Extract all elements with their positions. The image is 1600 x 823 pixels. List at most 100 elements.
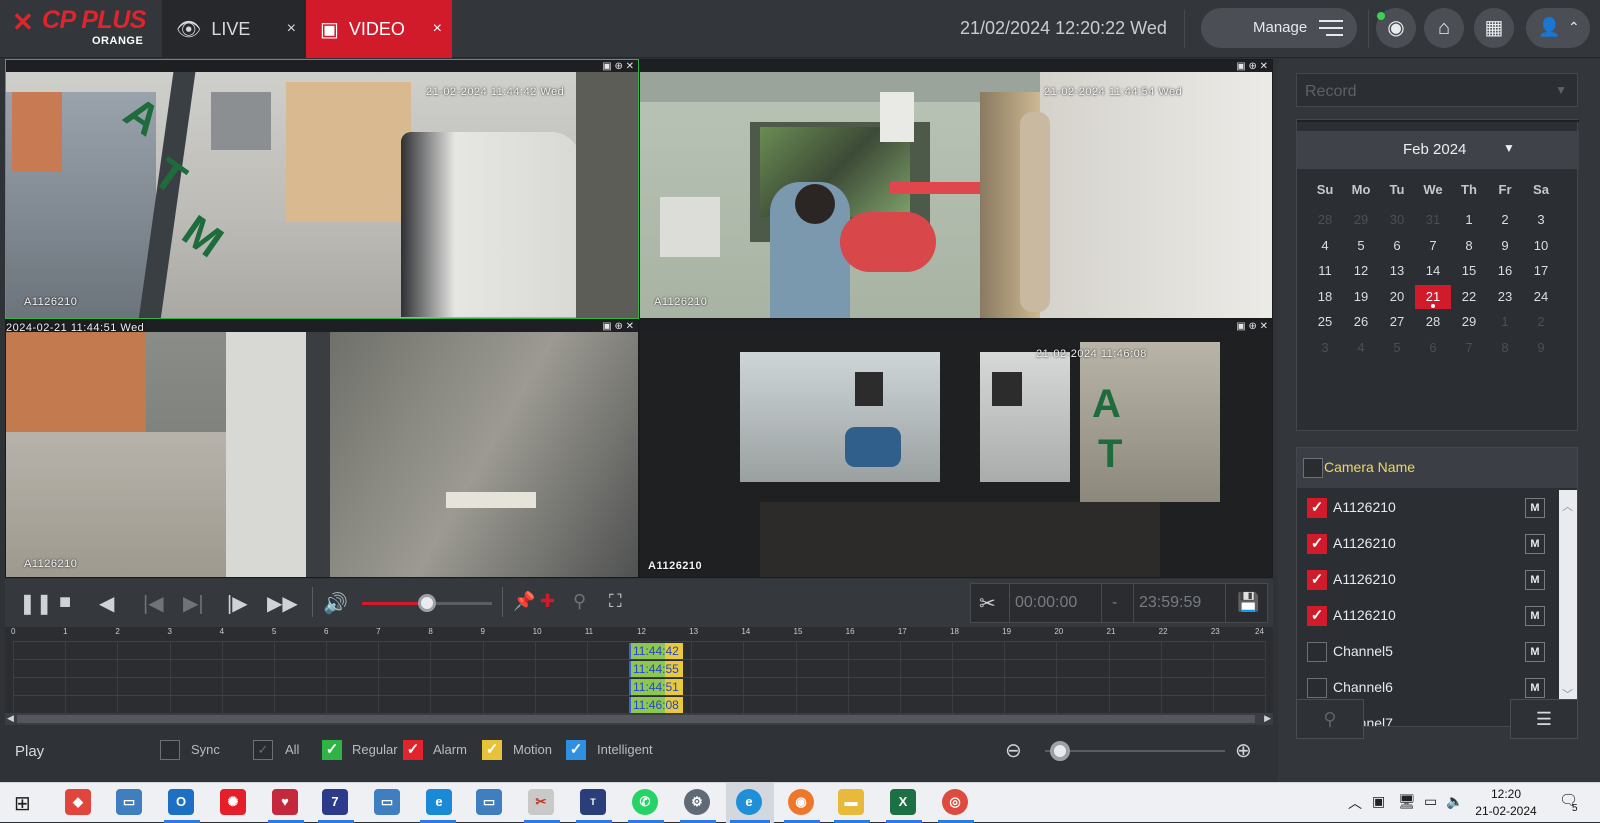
network-icon[interactable]: 🖥: [1398, 793, 1416, 810]
calendar-day[interactable]: 24: [1523, 285, 1559, 309]
intelligent-checkbox[interactable]: ✓: [566, 740, 586, 760]
tab-video-close-icon[interactable]: ×: [433, 20, 442, 38]
zoom-out-icon[interactable]: ⊖: [1005, 738, 1022, 763]
record-segment[interactable]: 11:44:55: [629, 661, 683, 677]
volume-knob[interactable]: [418, 594, 436, 612]
calendar-day[interactable]: 16: [1487, 259, 1523, 283]
scroll-left-icon[interactable]: ◀: [7, 713, 14, 724]
calendar-day[interactable]: 10: [1523, 234, 1559, 258]
app-icon[interactable]: ✂: [528, 789, 554, 815]
camera-checkbox[interactable]: ✓: [1307, 534, 1327, 554]
calendar-day[interactable]: 7: [1415, 234, 1451, 258]
main-stream-button[interactable]: M: [1525, 642, 1545, 662]
calendar-day[interactable]: 17: [1523, 259, 1559, 283]
camera-list-item[interactable]: ✓ A1126210 M: [1297, 598, 1559, 634]
timeline-scrollbar[interactable]: ◀ ▶: [5, 713, 1273, 725]
clip-start-time[interactable]: 00:00:00: [1015, 594, 1077, 612]
volume-icon[interactable]: 🔊: [323, 591, 348, 616]
select-all-checkbox[interactable]: [1303, 458, 1323, 478]
tally-icon[interactable]: T: [580, 789, 606, 815]
scroll-right-icon[interactable]: ▶: [1264, 713, 1271, 724]
pause-icon[interactable]: ❚❚: [19, 591, 53, 616]
camera-checkbox[interactable]: [1307, 678, 1327, 698]
anydesk-icon[interactable]: ◆: [65, 789, 91, 815]
calendar-day[interactable]: 12: [1343, 259, 1379, 283]
regular-checkbox[interactable]: ✓: [322, 740, 342, 760]
camera-checkbox[interactable]: [1307, 642, 1327, 662]
tab-video[interactable]: ▣ VIDEO ×: [306, 0, 452, 58]
manage-button[interactable]: Manage: [1201, 8, 1357, 48]
pin-icon[interactable]: 📌: [513, 591, 535, 612]
scissors-icon[interactable]: ✂: [979, 591, 996, 616]
user-menu-button[interactable]: 👤 ⌃: [1526, 8, 1590, 48]
all-checkbox[interactable]: ✓: [253, 740, 273, 760]
file-explorer-icon[interactable]: ▬: [838, 789, 864, 815]
save-icon[interactable]: 💾: [1237, 592, 1259, 613]
video-tile-2[interactable]: ▣ ⊕ ✕ 21-02-2024 11:44:54 Wed A1126210: [639, 59, 1273, 319]
calendar-day[interactable]: 13: [1379, 259, 1415, 283]
stop-icon[interactable]: ■: [59, 591, 71, 614]
motion-checkbox[interactable]: ✓: [482, 740, 502, 760]
home-button[interactable]: ⌂: [1424, 8, 1464, 48]
calendar-header[interactable]: Feb 2024 ▼: [1297, 131, 1579, 169]
settings-icon[interactable]: ⚙: [684, 789, 710, 815]
list-view-button[interactable]: ☰: [1510, 699, 1578, 739]
tray-app-icon[interactable]: ▣: [1372, 793, 1385, 810]
tile-controls[interactable]: ▣ ⊕ ✕: [602, 61, 634, 72]
tab-live-close-icon[interactable]: ×: [287, 20, 296, 38]
record-segment[interactable]: 11:46:08: [629, 697, 683, 713]
chevron-down-icon[interactable]: ▼: [1503, 141, 1515, 155]
timeline[interactable]: 0 1 2 3 4 5 6 7 8 9 10 11 12 13 14 15 16 17 18 19 20 21 22 23 24…: [5, 627, 1273, 723]
tile-controls[interactable]: ▣ ⊕ ✕: [1236, 61, 1268, 72]
camera-list-item[interactable]: ✓ A1126210 M: [1297, 562, 1559, 598]
camera-checkbox[interactable]: ✓: [1307, 498, 1327, 518]
battery-icon[interactable]: ▭: [1424, 793, 1437, 810]
calendar-day[interactable]: 6: [1379, 234, 1415, 258]
record-segment[interactable]: 11:44:42: [629, 643, 683, 659]
internet-explorer-icon[interactable]: e: [426, 789, 452, 815]
calendar-day[interactable]: 5: [1343, 234, 1379, 258]
timeline-zoom-slider[interactable]: [1045, 750, 1225, 752]
app-logo-icon[interactable]: ✺: [220, 789, 246, 815]
main-stream-button[interactable]: M: [1525, 498, 1545, 518]
windows-start-icon[interactable]: ⊞: [14, 791, 31, 816]
main-stream-button[interactable]: M: [1525, 570, 1545, 590]
main-stream-button[interactable]: M: [1525, 678, 1545, 698]
calendar-day[interactable]: 21: [1415, 284, 1451, 309]
calendar-day[interactable]: 26: [1343, 310, 1379, 334]
play-reverse-icon[interactable]: ◀: [99, 591, 114, 616]
smart-search-button[interactable]: ⚲: [1296, 699, 1364, 739]
edge-icon[interactable]: e: [736, 789, 762, 815]
record-type-select[interactable]: Record ▼: [1296, 73, 1578, 107]
calendar-day[interactable]: 9: [1487, 234, 1523, 258]
smart-search-icon[interactable]: ⚲: [573, 591, 586, 612]
calendar-day[interactable]: 18: [1307, 285, 1343, 309]
calendar-day[interactable]: 29: [1451, 310, 1487, 334]
app-window-icon[interactable]: ▭: [374, 789, 400, 815]
app-icon[interactable]: 7: [322, 789, 348, 815]
taskbar-clock[interactable]: 12:20 21-02-2024: [1466, 786, 1546, 820]
next-frame-icon[interactable]: ▶|: [183, 591, 204, 616]
zoom-in-icon[interactable]: ⊕: [1235, 738, 1252, 763]
chrome-icon[interactable]: ◎: [942, 789, 968, 815]
sync-checkbox[interactable]: [160, 740, 180, 760]
calendar-day[interactable]: 1: [1451, 208, 1487, 232]
scrollbar-thumb[interactable]: [17, 715, 1255, 723]
calendar-day[interactable]: 20: [1379, 285, 1415, 309]
volume-slider[interactable]: [362, 594, 492, 612]
scroll-up-icon[interactable]: ︿: [1562, 498, 1573, 514]
main-stream-button[interactable]: M: [1525, 534, 1545, 554]
camera-checkbox[interactable]: ✓: [1307, 570, 1327, 590]
calendar-day[interactable]: 8: [1451, 234, 1487, 258]
camera-list-scrollbar[interactable]: ︿ ﹀: [1559, 490, 1577, 726]
video-tile-4[interactable]: ▣ ⊕ ✕ A T 21-02-2024 11:46:08 A1126210: [639, 319, 1273, 578]
video-tile-1[interactable]: ▣ ⊕ ✕ A T M 21-02-2024 11:44:42 Wed A112…: [5, 59, 639, 319]
camera-checkbox[interactable]: ✓: [1307, 606, 1327, 626]
whatsapp-icon[interactable]: ✆: [632, 789, 658, 815]
calendar-day[interactable]: 23: [1487, 285, 1523, 309]
outlook-icon[interactable]: O: [168, 789, 194, 815]
volume-icon[interactable]: 🔈: [1446, 793, 1463, 810]
tile-controls[interactable]: ▣ ⊕ ✕: [602, 321, 634, 332]
camera-list-item[interactable]: Channel5 M: [1297, 634, 1559, 670]
chevron-up-icon[interactable]: ︿: [1348, 793, 1362, 813]
